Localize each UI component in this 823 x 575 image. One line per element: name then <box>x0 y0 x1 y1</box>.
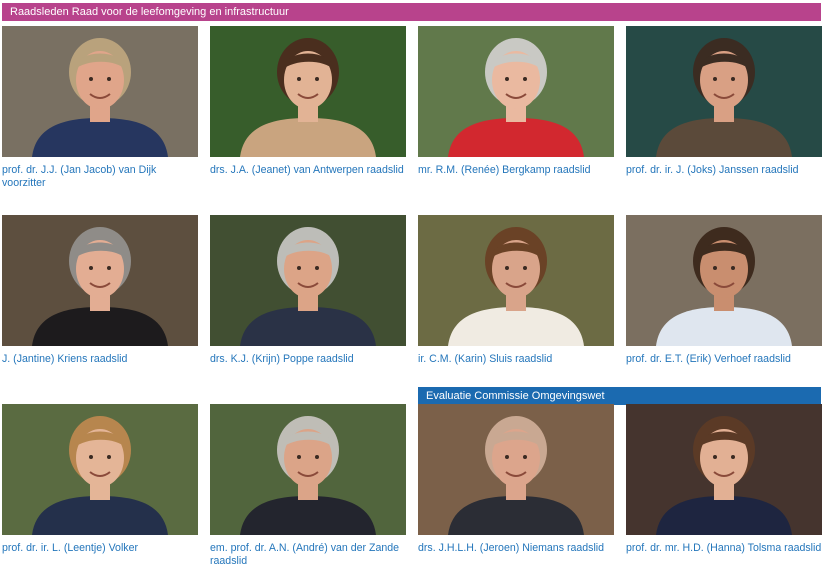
member-card: prof. dr. E.T. (Erik) Verhoef raadslid <box>626 215 822 366</box>
member-name-link[interactable]: drs. J.A. (Jeanet) van Antwerpen raadsli… <box>210 164 406 177</box>
member-card: mr. R.M. (Renée) Bergkamp raadslid <box>418 26 614 177</box>
member-card: drs. K.J. (Krijn) Poppe raadslid <box>210 215 406 366</box>
member-card: drs. J.A. (Jeanet) van Antwerpen raadsli… <box>210 26 406 177</box>
member-card: prof. dr. J.J. (Jan Jacob) van Dijk voor… <box>2 26 198 190</box>
member-photo <box>418 215 614 346</box>
member-photo <box>2 215 198 346</box>
member-card: drs. J.H.L.H. (Jeroen) Niemans raadslid <box>418 404 614 555</box>
member-card: ir. C.M. (Karin) Sluis raadslid <box>418 215 614 366</box>
section-header-raadsleden: Raadsleden Raad voor de leefomgeving en … <box>2 3 821 21</box>
member-name-link[interactable]: prof. dr. E.T. (Erik) Verhoef raadslid <box>626 353 822 366</box>
member-name-link[interactable]: prof. dr. ir. J. (Joks) Janssen raadslid <box>626 164 822 177</box>
member-name-link[interactable]: em. prof. dr. A.N. (André) van der Zande… <box>210 542 406 568</box>
member-card: J. (Jantine) Kriens raadslid <box>2 215 198 366</box>
member-name-link[interactable]: prof. dr. ir. L. (Leentje) Volker <box>2 542 198 555</box>
member-photo <box>626 215 822 346</box>
section-header-evaluatie-commissie: Evaluatie Commissie Omgevingswet <box>418 387 821 405</box>
member-photo <box>626 26 822 157</box>
member-name-link[interactable]: ir. C.M. (Karin) Sluis raadslid <box>418 353 614 366</box>
member-name-link[interactable]: prof. dr. J.J. (Jan Jacob) van Dijk voor… <box>2 164 198 190</box>
member-name-link[interactable]: drs. K.J. (Krijn) Poppe raadslid <box>210 353 406 366</box>
member-name-link[interactable]: prof. dr. mr. H.D. (Hanna) Tolsma raadsl… <box>626 542 822 555</box>
member-photo <box>210 404 406 535</box>
member-card: prof. dr. ir. L. (Leentje) Volker <box>2 404 198 555</box>
member-photo <box>418 404 614 535</box>
member-name-link[interactable]: drs. J.H.L.H. (Jeroen) Niemans raadslid <box>418 542 614 555</box>
member-photo <box>2 404 198 535</box>
member-photo <box>210 26 406 157</box>
member-card: prof. dr. mr. H.D. (Hanna) Tolsma raadsl… <box>626 404 822 555</box>
member-name-link[interactable]: mr. R.M. (Renée) Bergkamp raadslid <box>418 164 614 177</box>
member-name-link[interactable]: J. (Jantine) Kriens raadslid <box>2 353 198 366</box>
member-card: em. prof. dr. A.N. (André) van der Zande… <box>210 404 406 568</box>
member-photo <box>2 26 198 157</box>
member-photo <box>418 26 614 157</box>
member-photo <box>626 404 822 535</box>
member-photo <box>210 215 406 346</box>
member-card: prof. dr. ir. J. (Joks) Janssen raadslid <box>626 26 822 177</box>
